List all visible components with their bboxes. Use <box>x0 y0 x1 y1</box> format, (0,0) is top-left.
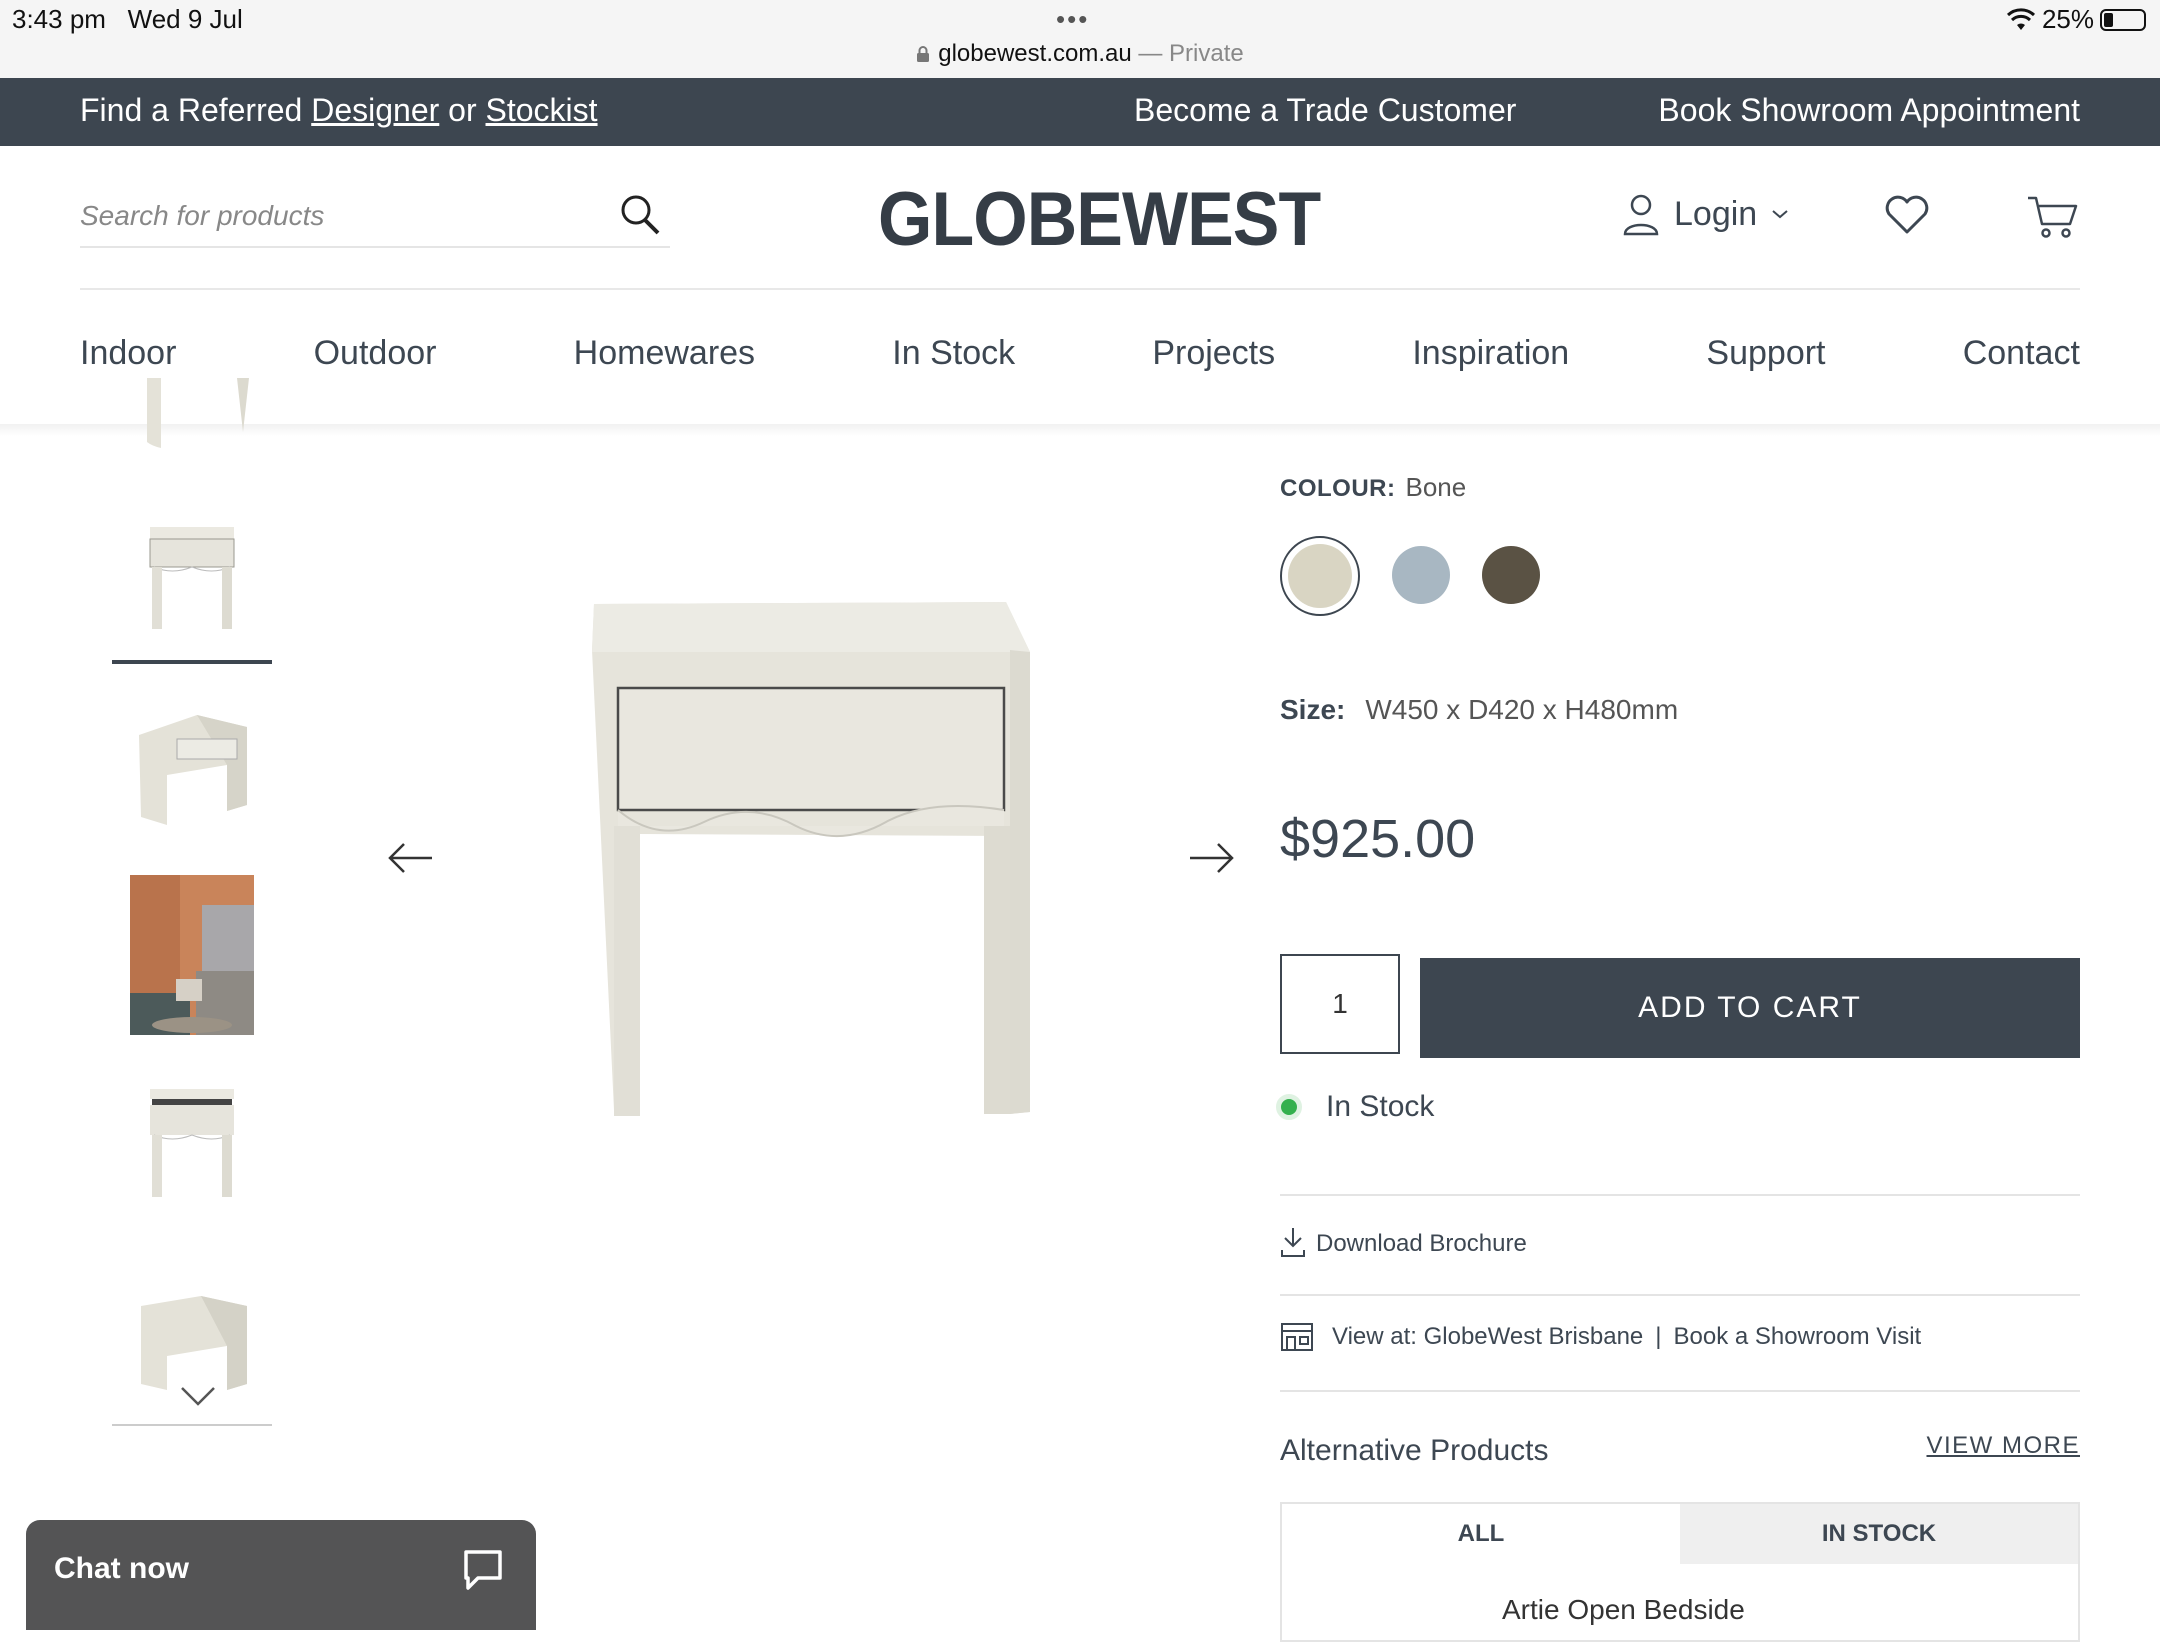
store-icon <box>1281 1323 1313 1351</box>
download-brochure-link[interactable]: Download Brochure <box>1280 1226 1527 1258</box>
wifi-icon <box>2006 7 2035 30</box>
nav-in-stock[interactable]: In Stock <box>892 334 1015 373</box>
bedside-thumbnail-image <box>147 378 249 448</box>
download-icon <box>1281 1228 1305 1257</box>
bedroom-lifestyle-image <box>130 875 254 1035</box>
chevron-down-icon[interactable] <box>178 1384 218 1408</box>
main-nav: Indoor Outdoor Homewares In Stock Projec… <box>80 334 2080 373</box>
referral-text: Find a Referred Designer or Stockist <box>80 92 598 128</box>
stockist-link[interactable]: Stockist <box>486 92 598 128</box>
bedside-thumbnail-image <box>149 527 235 629</box>
nav-projects[interactable]: Projects <box>1152 334 1275 373</box>
lock-icon <box>917 46 930 62</box>
designer-link[interactable]: Designer <box>311 92 439 128</box>
battery-percent: 25% <box>2041 4 2094 34</box>
alternative-products-panel: ALL IN STOCK Artie Open Bedside <box>1280 1502 2080 1642</box>
battery-icon <box>2100 8 2146 31</box>
header-divider <box>80 288 2080 290</box>
swatch-dark[interactable] <box>1482 546 1540 604</box>
user-icon <box>1623 194 1659 236</box>
promo-bar: Find a Referred Designer or Stockist Bec… <box>0 78 2160 146</box>
view-more-link[interactable]: VIEW MORE <box>1926 1432 2080 1460</box>
chat-label: Chat now <box>54 1552 189 1585</box>
thumbnail-lifestyle[interactable] <box>112 870 272 1040</box>
swatch-bone[interactable] <box>1280 536 1360 616</box>
alternative-product-title[interactable]: Artie Open Bedside <box>1502 1594 1745 1626</box>
quantity-input[interactable]: 1 <box>1280 954 1400 1054</box>
cart-icon[interactable] <box>2026 192 2080 240</box>
separator: | <box>1655 1323 1662 1350</box>
private-label: — Private <box>1138 40 1244 67</box>
thumbnail-divider <box>112 1424 272 1426</box>
nav-outdoor[interactable]: Outdoor <box>314 334 437 373</box>
stock-dot-icon <box>1276 1094 1302 1120</box>
book-showroom-link[interactable]: Book Showroom Appointment <box>1658 92 2080 129</box>
stock-label: In Stock <box>1326 1090 1435 1123</box>
size-label: Size: <box>1280 694 1346 725</box>
address-bar[interactable]: globewest.com.au — Private <box>0 40 2160 68</box>
nav-indoor[interactable]: Indoor <box>80 334 176 373</box>
nav-support[interactable]: Support <box>1706 334 1825 373</box>
book-visit-link[interactable]: Book a Showroom Visit <box>1674 1323 1922 1351</box>
bedside-thumbnail-image <box>150 1089 234 1197</box>
view-at-link[interactable]: View at: GlobeWest Brisbane <box>1332 1323 1643 1351</box>
bedside-thumbnail-image <box>139 715 247 825</box>
tab-in-stock[interactable]: IN STOCK <box>1680 1504 2078 1564</box>
login-menu[interactable]: Login <box>1622 192 1789 236</box>
add-to-cart-button[interactable]: ADD TO CART <box>1420 958 2080 1058</box>
colour-label: COLOUR: Bone <box>1280 472 1467 502</box>
status-indicators: 25% <box>2006 4 2146 35</box>
previous-image-arrow-icon[interactable] <box>386 838 436 878</box>
status-time: 3:43 pm Wed 9 Jul <box>12 4 243 34</box>
divider <box>1280 1294 2080 1296</box>
wishlist-heart-icon[interactable] <box>1884 194 1930 236</box>
trade-customer-link[interactable]: Become a Trade Customer <box>1134 92 1516 129</box>
thumbnail-front[interactable] <box>112 494 272 664</box>
globewest-logo[interactable]: GLOBEWEST <box>878 176 1321 263</box>
more-dots-icon[interactable]: ••• <box>1056 4 1089 35</box>
nav-homewares[interactable]: Homewares <box>574 334 755 373</box>
product-price: $925.00 <box>1280 809 1476 869</box>
chat-bubble-icon <box>464 1550 502 1590</box>
chat-now-button[interactable]: Chat now <box>26 1520 536 1630</box>
thumbnail-partial[interactable] <box>112 378 272 448</box>
search-input[interactable] <box>80 190 580 242</box>
url-text: globewest.com.au <box>938 40 1132 67</box>
main-product-image <box>570 590 1040 1120</box>
swatch-blue[interactable] <box>1392 546 1450 604</box>
nav-contact[interactable]: Contact <box>1963 334 2080 373</box>
search-bar <box>80 190 670 248</box>
thumbnail-angle[interactable] <box>112 680 272 850</box>
colour-value: Bone <box>1405 472 1467 502</box>
chevron-down-icon <box>1772 210 1788 219</box>
stock-status: In Stock <box>1276 1090 1434 1124</box>
bedside-table-image <box>592 602 1030 1116</box>
next-image-arrow-icon[interactable] <box>1186 838 1236 878</box>
nav-shadow <box>0 424 2160 436</box>
tab-all[interactable]: ALL <box>1282 1504 1680 1564</box>
size-row: Size: W450 x D420 x H480mm <box>1280 694 1678 726</box>
thumbnail-front-open[interactable] <box>112 1060 272 1230</box>
bedside-thumbnail-image <box>141 1296 247 1390</box>
status-bar: 3:43 pm Wed 9 Jul ••• globewest.com.au —… <box>0 0 2160 78</box>
alternative-products-title: Alternative Products <box>1280 1434 1549 1467</box>
showroom-row: View at: GlobeWest Brisbane | Book a Sho… <box>1280 1322 1921 1352</box>
nav-inspiration[interactable]: Inspiration <box>1412 334 1569 373</box>
divider <box>1280 1194 2080 1196</box>
divider <box>1280 1390 2080 1392</box>
search-icon[interactable] <box>618 192 664 238</box>
size-value: W450 x D420 x H480mm <box>1365 694 1679 725</box>
login-label: Login <box>1674 194 1758 233</box>
